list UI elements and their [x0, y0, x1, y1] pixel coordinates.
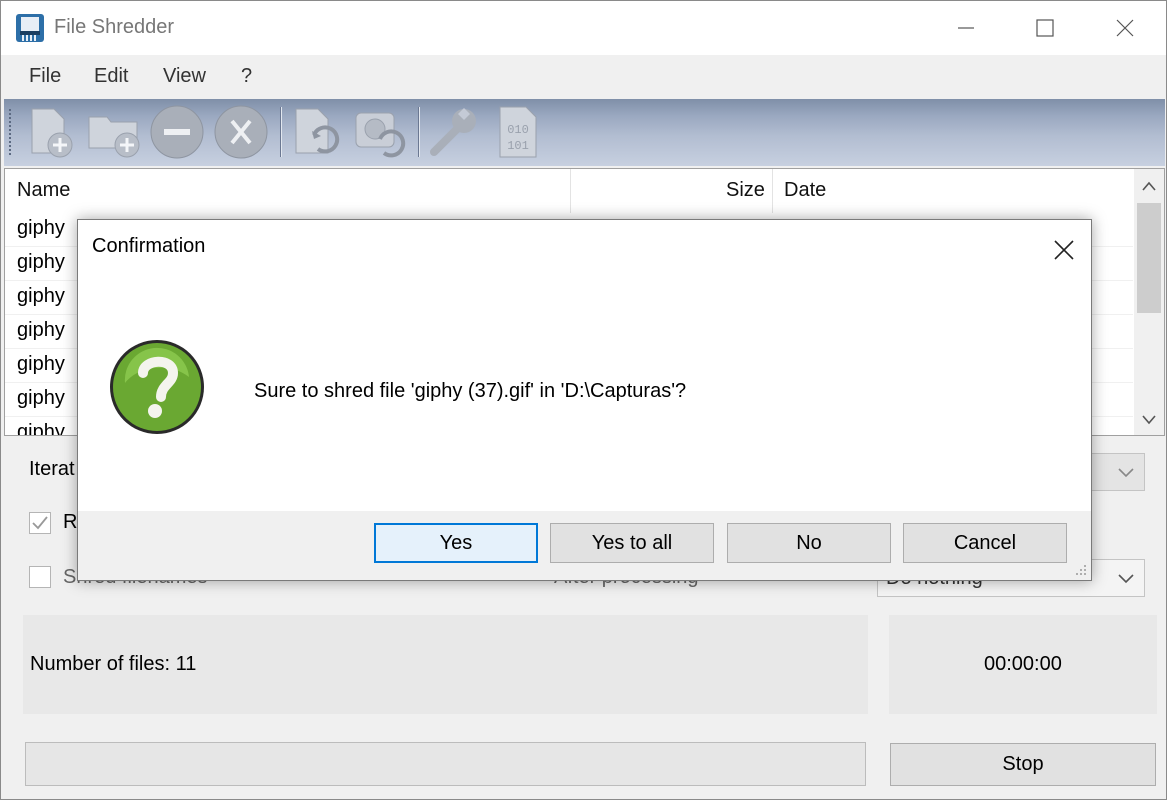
confirmation-dialog: Confirmation Sure to shred file 'giphy (… [77, 219, 1092, 581]
dialog-message: Sure to shred file 'giphy (37).gif' in '… [254, 380, 687, 402]
yes-button[interactable]: Yes [374, 523, 538, 563]
file-name: giphy [17, 421, 65, 436]
chevron-down-icon [1142, 415, 1156, 425]
menu-view[interactable]: View [163, 65, 206, 88]
close-icon [1116, 19, 1134, 37]
resize-grip-icon[interactable] [1075, 564, 1087, 576]
file-name: giphy [17, 217, 65, 239]
window-title: File Shredder [54, 16, 175, 38]
file-name: giphy [17, 319, 65, 341]
file-count: Number of files: 11 [30, 653, 197, 675]
scroll-up-button[interactable] [1134, 171, 1164, 201]
add-file-icon [31, 108, 73, 158]
chevron-up-icon [1142, 181, 1156, 191]
dialog-button-bar: Yes Yes to all No Cancel [78, 511, 1091, 580]
status-panel: Number of files: 11 [23, 615, 868, 714]
dialog-close-button[interactable] [1044, 230, 1084, 270]
wrench-icon [430, 108, 476, 156]
maximize-button[interactable] [1005, 1, 1085, 55]
shred-filenames-checkbox[interactable] [29, 566, 51, 588]
menu-bar: File Edit View ? [1, 55, 1166, 99]
main-window: File Shredder File Edit View ? 010 101 N… [0, 0, 1167, 800]
settings-button[interactable] [424, 103, 484, 161]
scroll-thumb[interactable] [1137, 203, 1161, 313]
toolbar: 010 101 [4, 99, 1165, 166]
timer-panel: 00:00:00 [889, 615, 1157, 714]
binary-file-icon: 010 101 [499, 106, 537, 158]
menu-file[interactable]: File [29, 65, 61, 88]
option-checkbox[interactable] [29, 512, 51, 534]
file-name: giphy [17, 251, 65, 273]
add-folder-button[interactable] [84, 103, 144, 161]
column-header-date[interactable]: Date [784, 169, 826, 213]
column-divider [570, 169, 571, 213]
yes-to-all-button[interactable]: Yes to all [550, 523, 714, 563]
remove-icon [150, 105, 204, 159]
clear-button[interactable] [211, 103, 271, 161]
chevron-down-icon [1118, 468, 1134, 478]
vertical-scrollbar[interactable] [1134, 169, 1164, 435]
title-bar: File Shredder [1, 1, 1166, 55]
file-name: giphy [17, 387, 65, 409]
menu-edit[interactable]: Edit [94, 65, 128, 88]
progress-bar [25, 742, 866, 786]
toolbar-separator [418, 107, 420, 157]
close-icon [1054, 240, 1074, 260]
svg-text:010: 010 [507, 123, 529, 137]
elapsed-time: 00:00:00 [984, 653, 1062, 675]
checkmark-icon [32, 516, 48, 530]
svg-text:101: 101 [507, 139, 529, 153]
shred-file-button[interactable] [287, 103, 347, 161]
dialog-title: Confirmation [92, 235, 206, 257]
chevron-down-icon [1118, 574, 1134, 584]
minimize-button[interactable] [926, 1, 1006, 55]
app-shredder-icon [16, 14, 44, 42]
toolbar-separator [280, 107, 282, 157]
option-checkbox-label: R [63, 511, 78, 533]
stop-button[interactable]: Stop [890, 743, 1156, 786]
add-folder-icon [88, 116, 140, 158]
column-header-name[interactable]: Name [17, 169, 70, 213]
no-button[interactable]: No [727, 523, 891, 563]
column-header-size[interactable]: Size [726, 169, 765, 213]
shred-file-icon [295, 108, 340, 154]
close-button[interactable] [1085, 1, 1165, 55]
question-icon [110, 340, 204, 434]
remove-button[interactable] [147, 103, 207, 161]
cancel-button[interactable]: Cancel [903, 523, 1067, 563]
iterations-label: Iterat [29, 458, 75, 480]
minimize-icon [958, 27, 974, 29]
file-name: giphy [17, 285, 65, 307]
clear-icon [214, 105, 268, 159]
shred-drive-button[interactable] [349, 103, 409, 161]
maximize-icon [1036, 19, 1054, 37]
scroll-down-button[interactable] [1134, 405, 1164, 435]
menu-help[interactable]: ? [241, 65, 252, 88]
shred-drive-icon [355, 112, 406, 158]
file-name: giphy [17, 353, 65, 375]
toolbar-grip[interactable] [9, 109, 12, 155]
binary-button[interactable]: 010 101 [488, 103, 548, 161]
add-file-button[interactable] [20, 103, 80, 161]
column-divider [772, 169, 773, 213]
